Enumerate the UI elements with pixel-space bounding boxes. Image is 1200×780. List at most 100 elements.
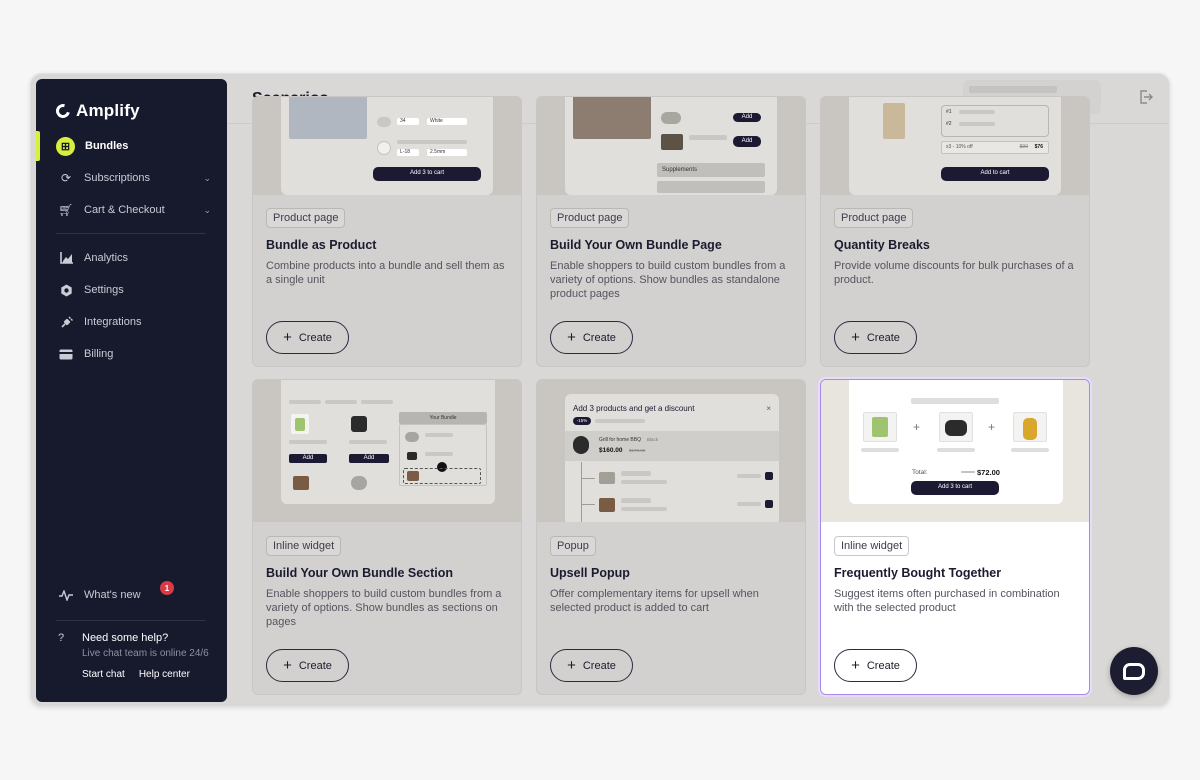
sidebar: Amplify ⊞ Bundles ⟳ Subscriptions ⌄ 🛒︎ C… <box>36 79 227 702</box>
scenario-card-byob-page: Add Add Supplements Product page Build Y… <box>536 96 806 367</box>
card-description: Combine products into a bundle and sell … <box>266 260 505 286</box>
sidebar-item-integrations[interactable]: Integrations <box>36 307 227 337</box>
create-button[interactable]: + Create <box>266 321 349 354</box>
preview-mockup: Add Add Your Bundle <box>281 380 495 504</box>
amplify-logo-icon <box>53 101 73 121</box>
card-title: Quantity Breaks <box>834 238 930 252</box>
preview-product-name: Grill for home BBQ <box>599 437 641 443</box>
preview-price: $160.00 <box>599 447 623 454</box>
scenario-card-quantity-breaks: #1 #2 x3 - 10% off $90 $76 Add to cart P… <box>820 96 1090 367</box>
preview-add-to-cart: Add to cart <box>941 167 1049 181</box>
start-chat-link[interactable]: Start chat <box>82 669 125 680</box>
preview-total-label: Total: <box>912 469 928 476</box>
plus-icon: + <box>283 328 292 346</box>
sidebar-item-cart-checkout[interactable]: 🛒︎ Cart & Checkout ⌄ <box>36 195 227 225</box>
plus-icon: + <box>283 656 292 674</box>
preview-mockup: 34 White L-18 2.5mm Add 3 to cart <box>281 97 493 195</box>
preview-panel-title: Your Bundle <box>399 412 487 424</box>
preview-price: $72.00 <box>977 468 1000 477</box>
plus-icon: + <box>851 328 860 346</box>
analytics-icon <box>58 250 74 266</box>
scenario-card-frequently-bought-together[interactable]: + + Total: $72.00 Add 3 to cart Inline w… <box>820 379 1090 695</box>
create-button-label: Create <box>866 659 900 672</box>
card-title: Bundle as Product <box>266 238 377 252</box>
card-title: Build Your Own Bundle Section <box>266 566 454 580</box>
create-button[interactable]: + Create <box>834 649 917 682</box>
checkbox-checked <box>765 472 773 480</box>
card-title: Build Your Own Bundle Page <box>550 238 722 252</box>
chevron-down-icon: ⌄ <box>203 204 211 215</box>
plus-icon: + <box>988 420 996 434</box>
plus-icon: + <box>567 328 576 346</box>
help-title: Need some help? <box>82 632 169 644</box>
scenario-card-byob-section: Add Add Your Bundle Inline widget Build … <box>252 379 522 695</box>
card-tag: Product page <box>550 208 630 228</box>
checkbox-checked <box>765 500 773 508</box>
sidebar-divider <box>56 233 206 234</box>
logout-icon[interactable] <box>1139 90 1153 107</box>
create-button-label: Create <box>298 331 332 344</box>
plus-icon: + <box>913 420 921 434</box>
whats-new-link[interactable]: What's new 1 <box>58 581 174 603</box>
card-tag: Popup <box>550 536 596 556</box>
live-chat-button[interactable] <box>1110 647 1158 695</box>
preview-add-button: Add <box>733 136 761 147</box>
notification-badge: 1 <box>160 581 174 595</box>
sidebar-item-label: Bundles <box>85 140 129 152</box>
plus-icon: + <box>851 656 860 674</box>
create-button[interactable]: + Create <box>834 321 917 354</box>
sidebar-item-billing[interactable]: Billing <box>36 339 227 369</box>
plus-icon: + <box>567 656 576 674</box>
card-icon <box>58 346 74 362</box>
card-description: Provide volume discounts for bulk purcha… <box>834 260 1074 286</box>
card-preview: #1 #2 x3 - 10% off $90 $76 Add to cart <box>821 97 1089 195</box>
create-button-label: Create <box>582 659 616 672</box>
help-subtitle: Live chat team is online 24/6 <box>82 648 209 659</box>
preview-mockup: + + Total: $72.00 Add 3 to cart <box>849 380 1063 504</box>
option-select: 2.5mm <box>427 149 467 156</box>
preview-add-button: Add <box>733 113 761 122</box>
preview-tier: #2 <box>946 121 952 127</box>
preview-mockup: #1 #2 x3 - 10% off $90 $76 Add to cart <box>849 97 1061 195</box>
app-window: Amplify ⊞ Bundles ⟳ Subscriptions ⌄ 🛒︎ C… <box>30 73 1170 707</box>
card-description: Offer complementary items for upsell whe… <box>550 588 759 614</box>
brand-logo[interactable]: Amplify <box>53 101 140 121</box>
preview-mockup: Add Add Supplements <box>565 97 777 195</box>
chevron-down-icon: ⌄ <box>203 172 211 183</box>
product-image <box>883 103 905 139</box>
preview-add-to-cart: Add 3 to cart <box>373 167 481 181</box>
card-title: Frequently Bought Together <box>834 566 1002 580</box>
card-preview: Add 3 products and get a discount × -15%… <box>537 380 805 522</box>
card-tag: Product page <box>834 208 914 228</box>
scenario-card-bundle-as-product: 34 White L-18 2.5mm Add 3 to cart Produc… <box>252 96 522 367</box>
create-button[interactable]: + Create <box>550 649 633 682</box>
preview-tier: #1 <box>946 109 952 115</box>
bundles-icon: ⊞ <box>56 136 75 156</box>
sidebar-item-subscriptions[interactable]: ⟳ Subscriptions ⌄ <box>36 163 227 193</box>
cart-icon: 🛒︎ <box>58 203 74 217</box>
sidebar-item-bundles[interactable]: ⊞ Bundles <box>36 131 227 161</box>
preview-variant: Black <box>647 437 659 442</box>
help-center-link[interactable]: Help center <box>139 669 190 680</box>
card-title: Upsell Popup <box>550 566 630 580</box>
preview-add-button: Add <box>349 454 389 463</box>
sidebar-item-label: Billing <box>84 348 114 360</box>
gear-icon <box>58 282 74 298</box>
option-select: L-18 <box>397 149 419 156</box>
create-button-label: Create <box>298 659 332 672</box>
create-button[interactable]: + Create <box>550 321 633 354</box>
card-tag: Product page <box>266 208 346 228</box>
sidebar-item-settings[interactable]: Settings <box>36 275 227 305</box>
sidebar-item-label: Cart & Checkout <box>84 204 165 216</box>
chat-icon <box>1123 662 1145 680</box>
option-select: White <box>427 118 467 125</box>
plug-icon <box>58 314 74 330</box>
create-button-label: Create <box>866 331 900 344</box>
product-image <box>573 97 651 139</box>
card-tag: Inline widget <box>834 536 910 556</box>
sidebar-item-analytics[interactable]: Analytics <box>36 243 227 273</box>
help-links: Start chat Help center <box>82 669 190 680</box>
card-description: Suggest items often purchased in combina… <box>834 588 1060 614</box>
create-button[interactable]: + Create <box>266 649 349 682</box>
create-button-label: Create <box>582 331 616 344</box>
